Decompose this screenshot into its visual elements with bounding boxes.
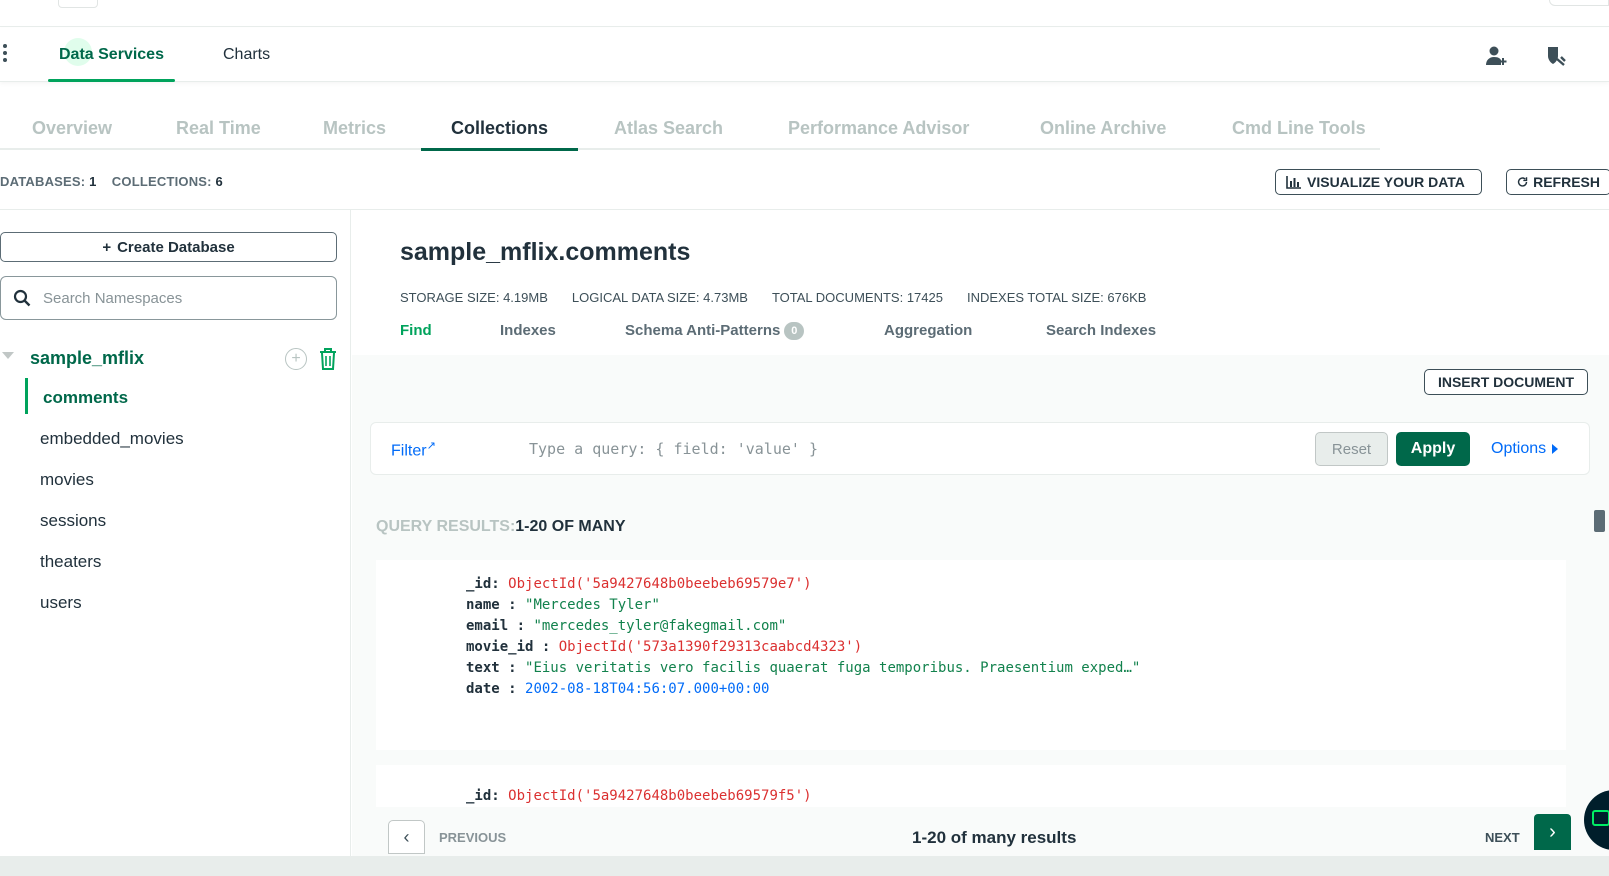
create-database-label: Create Database xyxy=(117,238,235,256)
tab-metrics[interactable]: Metrics xyxy=(323,118,386,139)
next-page-button[interactable]: › xyxy=(1534,814,1571,850)
options-toggle[interactable]: Options xyxy=(1491,440,1559,458)
doc-field: date : 2002-08-18T04:56:07.000+00:00 xyxy=(466,681,770,697)
refresh-icon xyxy=(1517,177,1528,187)
search-namespaces-input[interactable] xyxy=(43,289,323,307)
previous-page-button[interactable]: ‹ xyxy=(388,820,425,854)
collection-item-theaters[interactable]: theaters xyxy=(0,542,351,583)
collection-item-embedded-movies[interactable]: embedded_movies xyxy=(0,419,351,460)
storage-size-stat: STORAGE SIZE: 4.19MB xyxy=(400,290,548,305)
more-vertical-icon[interactable] xyxy=(3,44,9,65)
tab-overview[interactable]: Overview xyxy=(32,118,112,139)
doc-field: movie_id : ObjectId('573a1390f29313caabc… xyxy=(466,639,863,655)
doc-field: email : "mercedes_tyler@fakegmail.com" xyxy=(466,618,787,634)
collection-main: sample_mflix.comments STORAGE SIZE: 4.19… xyxy=(352,210,1609,860)
bottom-bar xyxy=(0,856,1609,876)
cluster-nav-tabs: Overview Real Time Metrics Collections A… xyxy=(0,110,1380,151)
add-collection-icon[interactable]: + xyxy=(285,348,307,370)
tab-real-time[interactable]: Real Time xyxy=(176,118,261,139)
tab-online-archive[interactable]: Online Archive xyxy=(1040,118,1166,139)
namespace-stats: STORAGE SIZE: 4.19MB LOGICAL DATA SIZE: … xyxy=(400,290,1146,305)
collections-label: COLLECTIONS: xyxy=(111,174,212,189)
tab-aggregation[interactable]: Aggregation xyxy=(884,322,972,339)
external-link-icon: ↗ xyxy=(426,440,436,452)
product-bar: Data Services Charts xyxy=(0,28,1609,82)
namespace-sidebar: + Create Database sample_mflix + comment… xyxy=(0,210,351,860)
doc-field: text : "Eius veritatis vero facilis quae… xyxy=(466,660,1141,676)
insert-document-button[interactable]: INSERT DOCUMENT xyxy=(1424,369,1588,395)
tab-search-indexes[interactable]: Search Indexes xyxy=(1046,322,1156,339)
bar-chart-icon xyxy=(1286,176,1301,189)
top-strip xyxy=(0,0,1609,27)
tab-charts[interactable]: Charts xyxy=(223,46,270,64)
visualize-your-data-button[interactable]: VISUALIZE YOUR DATA xyxy=(1275,169,1482,195)
query-results-label: QUERY RESULTS:1-20 OF MANY xyxy=(376,518,626,535)
search-namespaces-box[interactable] xyxy=(0,276,337,320)
databases-count: 1 xyxy=(89,174,97,189)
user-shield-icon[interactable] xyxy=(1544,44,1568,68)
database-row[interactable]: sample_mflix + xyxy=(0,344,351,374)
tab-atlas-search[interactable]: Atlas Search xyxy=(614,118,723,139)
apply-button[interactable]: Apply xyxy=(1396,432,1470,466)
tab-schema-anti-patterns[interactable]: Schema Anti-Patterns 0 xyxy=(625,322,805,341)
databases-label: DATABASES: xyxy=(0,174,86,189)
top-right-stub xyxy=(1549,0,1609,6)
refresh-button[interactable]: REFRESH xyxy=(1506,169,1609,195)
collection-item-movies[interactable]: movies xyxy=(0,460,351,501)
tab-find[interactable]: Find xyxy=(400,322,432,339)
user-add-icon[interactable] xyxy=(1484,44,1508,68)
pagination: ‹ PREVIOUS 1-20 of many results NEXT › xyxy=(352,814,1609,860)
namespace-title: sample_mflix.comments xyxy=(400,238,691,266)
filter-query-input[interactable] xyxy=(529,435,1269,463)
scrollbar-thumb[interactable] xyxy=(1594,510,1605,532)
search-icon xyxy=(13,289,31,307)
reset-button[interactable]: Reset xyxy=(1315,432,1388,466)
indexes-size-stat: INDEXES TOTAL SIZE: 676KB xyxy=(966,290,1147,305)
doc-field: _id: ObjectId('5a9427648b0beebeb69579e7'… xyxy=(466,576,812,592)
doc-field: _id: ObjectId('5a9427648b0beebeb69579f5'… xyxy=(466,788,812,804)
total-documents-stat: TOTAL DOCUMENTS: 17425 xyxy=(771,290,943,305)
tab-cmd-line-tools[interactable]: Cmd Line Tools xyxy=(1232,118,1366,139)
tab-data-services[interactable]: Data Services xyxy=(48,46,175,82)
next-label[interactable]: NEXT xyxy=(1485,830,1520,845)
previous-label[interactable]: PREVIOUS xyxy=(439,830,506,845)
document-card[interactable]: _id: ObjectId('5a9427648b0beebeb69579f5'… xyxy=(376,765,1566,807)
plus-icon: + xyxy=(102,238,112,256)
collections-count: 6 xyxy=(215,174,223,189)
collection-list: comments embedded_movies movies sessions… xyxy=(0,378,351,624)
caret-down-icon[interactable] xyxy=(2,352,14,359)
pagination-summary: 1-20 of many results xyxy=(912,828,1077,847)
tab-performance-advisor[interactable]: Performance Advisor xyxy=(788,118,969,139)
logical-size-stat: LOGICAL DATA SIZE: 4.73MB xyxy=(571,290,748,305)
collection-item-sessions[interactable]: sessions xyxy=(0,501,351,542)
collection-item-comments[interactable]: comments xyxy=(0,378,351,419)
database-name[interactable]: sample_mflix xyxy=(30,348,144,369)
doc-field: name : "Mercedes Tyler" xyxy=(466,597,660,613)
query-results-range: 1-20 OF MANY xyxy=(515,518,626,535)
top-tab-stub xyxy=(58,0,98,8)
document-card[interactable]: _id: ObjectId('5a9427648b0beebeb69579e7'… xyxy=(376,560,1566,750)
visualize-label: VISUALIZE YOUR DATA xyxy=(1307,174,1465,190)
chat-icon xyxy=(1592,810,1609,826)
filter-link[interactable]: Filter↗ xyxy=(391,439,436,460)
tab-collections[interactable]: Collections xyxy=(420,118,579,151)
collection-item-users[interactable]: users xyxy=(0,583,351,624)
create-database-button[interactable]: + Create Database xyxy=(0,232,337,262)
caret-right-icon xyxy=(1552,444,1559,454)
namespace-counts: DATABASES: 1 COLLECTIONS: 6 xyxy=(0,174,223,189)
refresh-label: REFRESH xyxy=(1533,174,1600,190)
trash-icon[interactable] xyxy=(317,347,339,371)
tab-indexes[interactable]: Indexes xyxy=(500,322,556,339)
filter-bar: Filter↗ Reset Apply Options xyxy=(370,422,1590,475)
schema-count-badge: 0 xyxy=(784,322,805,341)
